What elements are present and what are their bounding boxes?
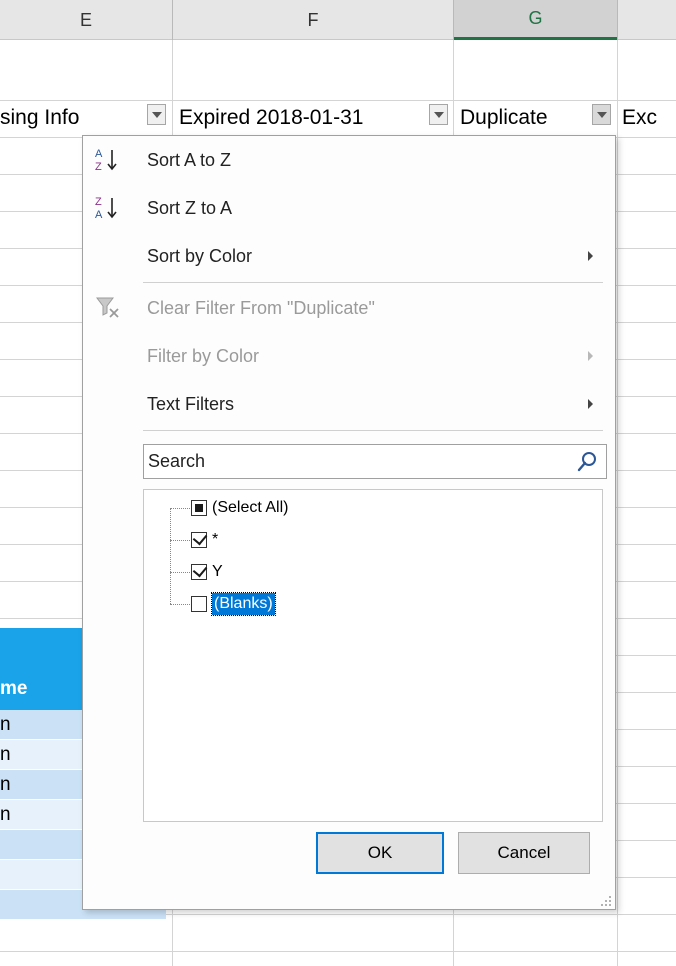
dropdown-arrow-icon [151, 111, 162, 118]
tree-connector [170, 604, 190, 605]
clear-filter-icon [91, 291, 125, 325]
sort-a-to-z-label: Sort A to Z [147, 149, 232, 170]
clear-filter-label: Clear Filter From "Duplicate" [147, 297, 375, 318]
column-letter: E [79, 9, 92, 30]
header-cell-text: sing Info [0, 106, 80, 129]
filter-dropdown-button-f[interactable] [429, 104, 448, 125]
tree-connector [170, 508, 190, 509]
header-cell-e[interactable]: sing Info [0, 100, 144, 136]
svg-text:A: A [95, 209, 103, 221]
ok-button[interactable]: OK [316, 832, 444, 874]
sort-ascending-icon: A Z [91, 143, 125, 177]
svg-text:A: A [95, 148, 103, 160]
column-header-e[interactable]: E [0, 0, 172, 40]
sort-descending-icon: Z A [91, 191, 125, 225]
menu-separator [143, 430, 603, 431]
search-icon [577, 452, 596, 472]
clear-filter-item[interactable]: Clear Filter From "Duplicate" [83, 286, 615, 330]
grid-line [617, 40, 618, 966]
header-cell-h[interactable]: Exc [622, 100, 676, 136]
blanks-checkbox[interactable] [191, 596, 207, 612]
table-cell-text: n [0, 744, 11, 765]
submenu-arrow-icon [588, 399, 593, 409]
menu-separator [143, 282, 603, 283]
filter-dropdown-button-e[interactable] [147, 104, 166, 125]
column-header-f[interactable]: F [173, 0, 453, 40]
header-cell-g[interactable]: Duplicate [460, 100, 588, 136]
cancel-button[interactable]: Cancel [458, 832, 590, 874]
svg-text:Z: Z [95, 196, 102, 208]
select-all-label[interactable]: (Select All) [212, 497, 288, 519]
value-asterisk-checkbox[interactable] [191, 532, 207, 548]
tree-connector [170, 508, 171, 604]
dropdown-arrow-icon [433, 111, 444, 118]
text-filters-label: Text Filters [147, 393, 235, 414]
autofilter-dropdown-panel: A Z Sort A to Z Z A Sort Z to A Sort by … [82, 135, 616, 910]
table-header-label: me [0, 678, 28, 699]
header-cell-text: Expired 2018-01-31 [179, 106, 364, 129]
search-placeholder: Search [148, 451, 206, 471]
sort-by-color-item[interactable]: Sort by Color [83, 234, 615, 278]
value-y-checkbox[interactable] [191, 564, 207, 580]
dropdown-arrow-icon [596, 111, 607, 118]
sort-z-to-a-item[interactable]: Z A Sort Z to A [83, 186, 615, 230]
sort-a-to-z-item[interactable]: A Z Sort A to Z [83, 138, 615, 182]
filter-dropdown-button-g[interactable] [592, 104, 611, 125]
tree-connector [170, 540, 190, 541]
header-cell-f[interactable]: Expired 2018-01-31 [179, 100, 419, 136]
filter-by-color-item[interactable]: Filter by Color [83, 334, 615, 378]
search-input[interactable]: Search [143, 444, 607, 479]
table-cell-text: n [0, 774, 11, 795]
column-header-strip: E F G [0, 0, 676, 40]
grid-line [0, 951, 676, 952]
filter-values-list[interactable]: (Select All) * Y (Blanks) [143, 489, 603, 822]
submenu-arrow-icon [588, 351, 593, 361]
value-asterisk-label[interactable]: * [212, 529, 218, 551]
sort-by-color-label: Sort by Color [147, 245, 253, 266]
column-letter: G [528, 8, 543, 28]
table-cell-text: n [0, 714, 11, 735]
value-y-label[interactable]: Y [212, 561, 223, 583]
header-cell-text: Duplicate [460, 106, 548, 129]
filter-by-color-label: Filter by Color [147, 345, 260, 366]
sort-z-to-a-label: Sort Z to A [147, 197, 233, 218]
select-all-checkbox[interactable] [191, 500, 207, 516]
table-cell-text: n [0, 804, 11, 825]
blanks-label[interactable]: (Blanks) [211, 592, 276, 616]
header-cell-text: Exc [622, 106, 658, 129]
text-filters-item[interactable]: Text Filters [83, 382, 615, 426]
svg-text:Z: Z [95, 161, 102, 173]
column-separator[interactable] [617, 0, 618, 40]
column-letter: F [307, 9, 319, 30]
resize-grip-icon[interactable] [600, 894, 612, 906]
column-header-g[interactable]: G [454, 0, 617, 40]
submenu-arrow-icon [588, 251, 593, 261]
tree-connector [170, 572, 190, 573]
